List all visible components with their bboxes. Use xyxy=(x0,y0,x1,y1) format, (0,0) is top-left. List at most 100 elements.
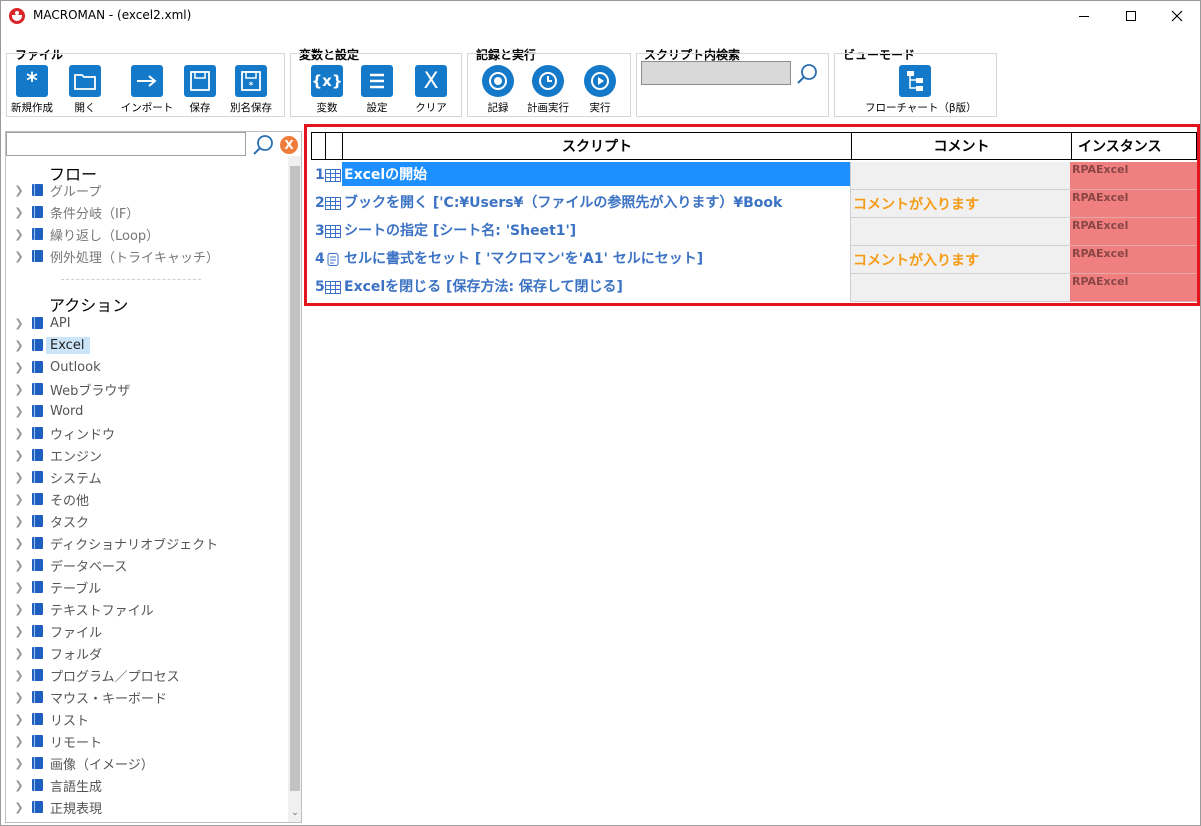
chevron-right-icon[interactable]: ❯ xyxy=(12,669,26,682)
action-search-input[interactable] xyxy=(6,132,246,156)
flow-tree-item[interactable]: ❯ 条件分岐（IF） xyxy=(12,202,282,222)
script-cell[interactable]: セルに書式をセット [ 'マクロマン'を'A1' セルにセット] xyxy=(342,246,850,270)
instance-cell[interactable]: RPAExcel xyxy=(1070,218,1197,246)
chevron-right-icon[interactable]: ❯ xyxy=(12,184,26,197)
comment-cell[interactable] xyxy=(850,274,1070,302)
run-button[interactable]: 実行 xyxy=(570,65,630,115)
instance-cell[interactable]: RPAExcel xyxy=(1070,190,1197,218)
chevron-right-icon[interactable]: ❯ xyxy=(12,405,26,418)
action-tree-item[interactable]: ❯ Webブラウザ xyxy=(12,379,282,399)
chevron-right-icon[interactable]: ❯ xyxy=(12,801,26,814)
minimize-button[interactable] xyxy=(1061,1,1107,31)
chevron-right-icon[interactable]: ❯ xyxy=(12,449,26,462)
action-tree-item[interactable]: ❯ フォルダ xyxy=(12,643,282,663)
action-tree-item[interactable]: ❯ テーブル xyxy=(12,577,282,597)
chevron-right-icon[interactable]: ❯ xyxy=(12,713,26,726)
chevron-right-icon[interactable]: ❯ xyxy=(12,515,26,528)
flow-tree-item[interactable]: ❯ 例外処理（トライキャッチ） xyxy=(12,246,282,266)
book-icon xyxy=(32,691,43,703)
chevron-right-icon[interactable]: ❯ xyxy=(12,383,26,396)
flow-tree-item[interactable]: ❯ 繰り返し（Loop） xyxy=(12,224,282,244)
chevron-right-icon[interactable]: ❯ xyxy=(12,250,26,263)
chevron-right-icon[interactable]: ❯ xyxy=(12,625,26,638)
action-tree-item[interactable]: ❯ エンジン xyxy=(12,445,282,465)
action-tree-item[interactable]: ❯ Excel xyxy=(12,335,282,355)
script-cell[interactable]: Excelを閉じる [保存方法: 保存して閉じる] xyxy=(342,274,850,298)
chevron-right-icon[interactable]: ❯ xyxy=(12,361,26,374)
chevron-right-icon[interactable]: ❯ xyxy=(12,691,26,704)
action-tree-item[interactable]: ❯ Word xyxy=(12,401,282,421)
script-row[interactable]: 3 シートの指定 [シート名: 'Sheet1'] RPAExcel xyxy=(311,218,1197,246)
chevron-right-icon[interactable]: ❯ xyxy=(12,228,26,241)
open-button[interactable]: 開く xyxy=(55,65,115,115)
action-tree-item[interactable]: ❯ その他 xyxy=(12,489,282,509)
instance-cell[interactable]: RPAExcel xyxy=(1070,246,1197,274)
script-row[interactable]: 4 セルに書式をセット [ 'マクロマン'を'A1' セルにセット] コメントが入り… xyxy=(311,246,1197,274)
flowchart-button[interactable]: フローチャート（β版） xyxy=(865,65,977,115)
action-tree-item[interactable]: ❯ テキストファイル xyxy=(12,599,282,619)
action-tree-item[interactable]: ❯ マウス・キーボード xyxy=(12,687,282,707)
instance-cell[interactable]: RPAExcel xyxy=(1070,162,1197,190)
chevron-right-icon[interactable]: ❯ xyxy=(12,339,26,352)
script-row[interactable]: 1 Excelの開始 RPAExcel xyxy=(311,162,1197,190)
action-tree-item[interactable]: ❯ 言語生成 xyxy=(12,775,282,795)
close-button[interactable] xyxy=(1154,1,1200,31)
action-tree-item[interactable]: ❯ タスク xyxy=(12,511,282,531)
schedule-run-button[interactable]: 計画実行 xyxy=(518,65,578,115)
chevron-right-icon[interactable]: ❯ xyxy=(12,735,26,748)
chevron-right-icon[interactable]: ❯ xyxy=(12,206,26,219)
script-cell[interactable]: ブックを開く ['C:¥Users¥（ファイルの参照先が入ります）¥Book xyxy=(342,190,850,214)
chevron-right-icon[interactable]: ❯ xyxy=(12,603,26,616)
clear-search-button[interactable]: X xyxy=(280,136,298,154)
save-as-button[interactable]: * 別名保存 xyxy=(221,65,281,115)
header-instance[interactable]: インスタンス xyxy=(1072,133,1196,159)
scrollbar-thumb[interactable] xyxy=(290,166,300,791)
script-cell[interactable]: シートの指定 [シート名: 'Sheet1'] xyxy=(342,218,850,242)
comment-cell[interactable] xyxy=(850,218,1070,246)
vertical-scrollbar[interactable]: ⌄ xyxy=(288,156,301,822)
chevron-right-icon[interactable]: ❯ xyxy=(12,427,26,440)
script-search-input[interactable] xyxy=(641,61,791,85)
header-comment[interactable]: コメント xyxy=(852,133,1072,159)
action-tree-item[interactable]: ❯ ファイル xyxy=(12,621,282,641)
clear-button[interactable]: X クリア xyxy=(401,65,461,115)
search-icon[interactable] xyxy=(252,134,274,156)
comment-cell[interactable] xyxy=(850,162,1070,190)
settings-button[interactable]: 設定 xyxy=(347,65,407,115)
chevron-right-icon[interactable]: ❯ xyxy=(12,559,26,572)
action-tree-item[interactable]: ❯ ウィンドウ xyxy=(12,423,282,443)
chevron-right-icon[interactable]: ❯ xyxy=(12,757,26,770)
instance-cell[interactable]: RPAExcel xyxy=(1070,274,1197,302)
action-tree-item[interactable]: ❯ ディクショナリオブジェクト xyxy=(12,533,282,553)
chevron-right-icon[interactable]: ❯ xyxy=(12,317,26,330)
comment-cell[interactable]: コメントが入ります xyxy=(850,246,1070,274)
action-tree-item[interactable]: ❯ プログラム／プロセス xyxy=(12,665,282,685)
chevron-right-icon[interactable]: ❯ xyxy=(12,537,26,550)
chevron-right-icon[interactable]: ❯ xyxy=(12,647,26,660)
new-button[interactable]: * 新規作成 xyxy=(2,65,62,115)
script-row[interactable]: 5 Excelを閉じる [保存方法: 保存して閉じる] RPAExcel xyxy=(311,274,1197,302)
action-tree-item[interactable]: ❯ API xyxy=(12,313,282,333)
action-tree-item[interactable]: ❯ システム xyxy=(12,467,282,487)
action-tree-item[interactable]: ❯ データベース xyxy=(12,555,282,575)
save-as-icon: * xyxy=(235,65,267,97)
script-row[interactable]: 2 ブックを開く ['C:¥Users¥（ファイルの参照先が入ります）¥Book コ… xyxy=(311,190,1197,218)
scroll-down-arrow-icon[interactable]: ⌄ xyxy=(288,808,301,820)
script-cell[interactable]: Excelの開始 xyxy=(342,162,850,186)
action-tree-item[interactable]: ❯ リスト xyxy=(12,709,282,729)
chevron-right-icon[interactable]: ❯ xyxy=(12,779,26,792)
action-tree-item[interactable]: ❯ リモート xyxy=(12,731,282,751)
comment-cell[interactable]: コメントが入ります xyxy=(850,190,1070,218)
maximize-button[interactable] xyxy=(1108,1,1154,31)
action-tree-item[interactable]: ❯ Outlook xyxy=(12,357,282,377)
chevron-right-icon[interactable]: ❯ xyxy=(12,471,26,484)
action-tree-item[interactable]: ❯ 画像（イメージ） xyxy=(12,753,282,773)
chevron-right-icon[interactable]: ❯ xyxy=(12,581,26,594)
tree-item-label: 例外処理（トライキャッチ） xyxy=(50,250,220,266)
search-icon[interactable] xyxy=(796,63,818,85)
action-tree-item[interactable]: ❯ 正規表現 xyxy=(12,797,282,817)
flow-tree-item[interactable]: ❯ グループ xyxy=(12,180,282,200)
import-button[interactable]: インポート xyxy=(117,65,177,115)
header-script[interactable]: スクリプト xyxy=(343,133,852,159)
chevron-right-icon[interactable]: ❯ xyxy=(12,493,26,506)
